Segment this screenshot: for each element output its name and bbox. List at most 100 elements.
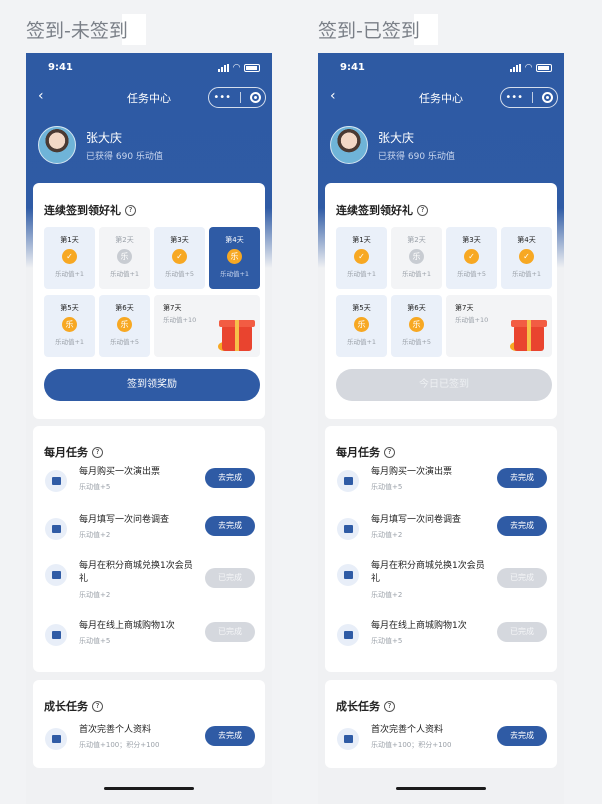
go-complete-button[interactable]: 去完成 <box>497 468 547 488</box>
task-icon <box>45 624 67 646</box>
task-points: 乐动值+5 <box>79 637 111 645</box>
help-icon[interactable]: ? <box>92 446 103 458</box>
day-reward: 乐动值+1 <box>219 270 250 278</box>
user-points: 已获得 690 乐动值 <box>378 151 455 162</box>
checkin-grid: 第7天 乐动值+10 第1天 ✓ 乐动值+1 第2天乐乐动值+1 第3天 ✓ 乐动值+5 第4… <box>336 227 552 359</box>
help-icon[interactable]: ? <box>125 204 136 216</box>
day-label: 第1天 <box>60 236 79 244</box>
go-complete-button[interactable]: 去完成 <box>205 726 255 746</box>
avatar[interactable] <box>330 126 368 164</box>
coin-icon: 乐 <box>117 249 132 264</box>
more-icon[interactable]: ••• <box>505 92 523 103</box>
task-points: 乐动值+5 <box>371 637 403 645</box>
completed-button: 已完成 <box>205 568 255 588</box>
wifi-icon: ◠ <box>525 63 532 73</box>
checkin-button[interactable]: 签到领奖励 <box>44 369 260 401</box>
checkin-day-3: 第3天 ✓ 乐动值+5 <box>446 227 497 289</box>
day-reward: 乐动值+10 <box>455 316 489 324</box>
go-complete-button[interactable]: 去完成 <box>497 726 547 746</box>
avatar[interactable] <box>38 126 76 164</box>
day-reward: 乐动值+1 <box>511 270 542 278</box>
home-indicator <box>104 787 194 790</box>
checkin-day-6: 第6天乐乐动值+5 <box>391 295 442 357</box>
mini-program-capsule: ••• <box>208 87 266 108</box>
task-row: 每月购买一次演出票 乐动值+5 去完成 <box>45 466 255 496</box>
help-icon[interactable]: ? <box>384 446 395 458</box>
growth-title: 成长任务 <box>44 700 88 713</box>
growth-title: 成长任务 <box>336 700 380 713</box>
day-reward: 乐动值+5 <box>401 338 432 346</box>
day-reward: 乐动值+10 <box>163 316 197 324</box>
task-row: 首次完善个人资料 乐动值+100；积分+100 去完成 <box>337 724 547 754</box>
completed-button: 已完成 <box>205 622 255 642</box>
task-points: 乐动值+5 <box>79 483 111 491</box>
coin-icon: 乐 <box>227 249 242 264</box>
monthly-title: 每月任务 <box>336 446 380 459</box>
task-points: 乐动值+100；积分+100 <box>371 741 452 749</box>
checkin-day-1: 第1天 ✓ 乐动值+1 <box>336 227 387 289</box>
day-reward: 乐动值+1 <box>54 338 85 346</box>
check-icon: ✓ <box>354 249 369 264</box>
coin-icon: 乐 <box>409 317 424 332</box>
day-label: 第1天 <box>352 236 371 244</box>
checkin-title: 连续签到领好礼 <box>336 204 413 217</box>
task-points: 乐动值+5 <box>371 483 403 491</box>
checkin-day-4[interactable]: 第4天乐乐动值+1 <box>209 227 260 289</box>
day-reward: 乐动值+5 <box>456 270 487 278</box>
day-reward: 乐动值+1 <box>109 270 140 278</box>
status-time: 9:41 <box>48 62 73 73</box>
phone-signed: 9:41 ◠ ‹ 任务中心 ••• 张大庆 已获得 690 乐动值 连续签到领好… <box>318 53 564 804</box>
task-row: 首次完善个人资料 乐动值+100；积分+100 去完成 <box>45 724 255 754</box>
nav-bar: ‹ 任务中心 ••• <box>318 87 564 108</box>
day-reward: 乐动值+1 <box>401 270 432 278</box>
task-icon <box>45 518 67 540</box>
checkin-day-7: 第7天 乐动值+10 <box>446 295 552 357</box>
task-row: 每月填写一次问卷调查 乐动值+2 去完成 <box>337 514 547 544</box>
day-label: 第7天 <box>163 304 182 312</box>
checkin-day-5: 第5天乐乐动值+1 <box>44 295 95 357</box>
help-icon[interactable]: ? <box>92 700 103 712</box>
checkin-title: 连续签到领好礼 <box>44 204 121 217</box>
close-icon[interactable] <box>249 92 261 103</box>
checkin-grid: 第7天 乐动值+10 第1天 ✓ 乐动值+1 第2天乐乐动值+1 第3天 ✓ 乐动值+5 第4… <box>44 227 260 359</box>
task-title: 每月购买一次演出票 <box>79 467 161 477</box>
day-label: 第5天 <box>352 304 371 312</box>
checkin-day-4: 第4天 ✓ 乐动值+1 <box>501 227 552 289</box>
task-row: 每月在线上商城购物1次 乐动值+5 已完成 <box>337 620 547 650</box>
help-icon[interactable]: ? <box>417 204 428 216</box>
task-title: 每月填写一次问卷调查 <box>79 515 170 525</box>
task-points: 乐动值+2 <box>79 531 111 539</box>
day-reward: 乐动值+5 <box>164 270 195 278</box>
status-bar: 9:41 ◠ <box>318 62 564 76</box>
close-icon[interactable] <box>541 92 553 103</box>
task-points: 乐动值+2 <box>371 531 403 539</box>
day-reward: 乐动值+1 <box>54 270 85 278</box>
capsule-divider <box>531 92 533 103</box>
checkin-day-3: 第3天 ✓ 乐动值+5 <box>154 227 205 289</box>
caption-signed: 签到-已签到 <box>318 14 438 45</box>
check-icon: ✓ <box>464 249 479 264</box>
task-title: 每月填写一次问卷调查 <box>371 515 462 525</box>
go-complete-button[interactable]: 去完成 <box>497 516 547 536</box>
task-icon <box>337 470 359 492</box>
day-reward: 乐动值+1 <box>346 338 377 346</box>
growth-tasks-card: 成长任务 ? 首次完善个人资料 乐动值+100；积分+100 去完成 <box>325 680 557 768</box>
checkin-card: 连续签到领好礼 ? 第7天 乐动值+10 第1天 ✓ 乐动值+1 第2天乐乐动值+1 第… <box>325 183 557 419</box>
go-complete-button[interactable]: 去完成 <box>205 516 255 536</box>
task-points: 乐动值+2 <box>79 591 111 599</box>
nav-bar: ‹ 任务中心 ••• <box>26 87 272 108</box>
check-icon: ✓ <box>172 249 187 264</box>
coin-icon: 乐 <box>62 317 77 332</box>
go-complete-button[interactable]: 去完成 <box>205 468 255 488</box>
user-profile: 张大庆 已获得 690 乐动值 <box>330 126 455 164</box>
day-reward: 乐动值+1 <box>346 270 377 278</box>
help-icon[interactable]: ? <box>384 700 395 712</box>
day-label: 第5天 <box>60 304 79 312</box>
task-icon <box>45 728 67 750</box>
task-points: 乐动值+2 <box>371 591 403 599</box>
mini-program-capsule: ••• <box>500 87 558 108</box>
task-title: 每月在线上商城购物1次 <box>371 621 467 631</box>
more-icon[interactable]: ••• <box>213 92 231 103</box>
day-label: 第6天 <box>115 304 134 312</box>
task-icon <box>337 564 359 586</box>
